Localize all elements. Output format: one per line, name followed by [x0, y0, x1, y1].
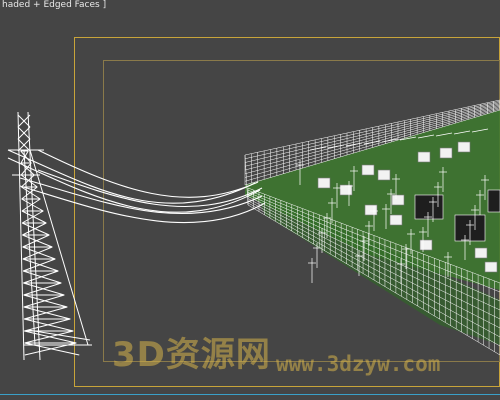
transmission-tower	[8, 111, 92, 361]
power-lines	[7, 149, 266, 224]
watermark-brand: 3D资源网	[112, 335, 271, 375]
watermark-url: www.3dzyw.com	[276, 352, 441, 376]
viewport-3d[interactable]: haded + Edged Faces ] 3D资源网 www.3dzyw.co…	[0, 0, 500, 400]
